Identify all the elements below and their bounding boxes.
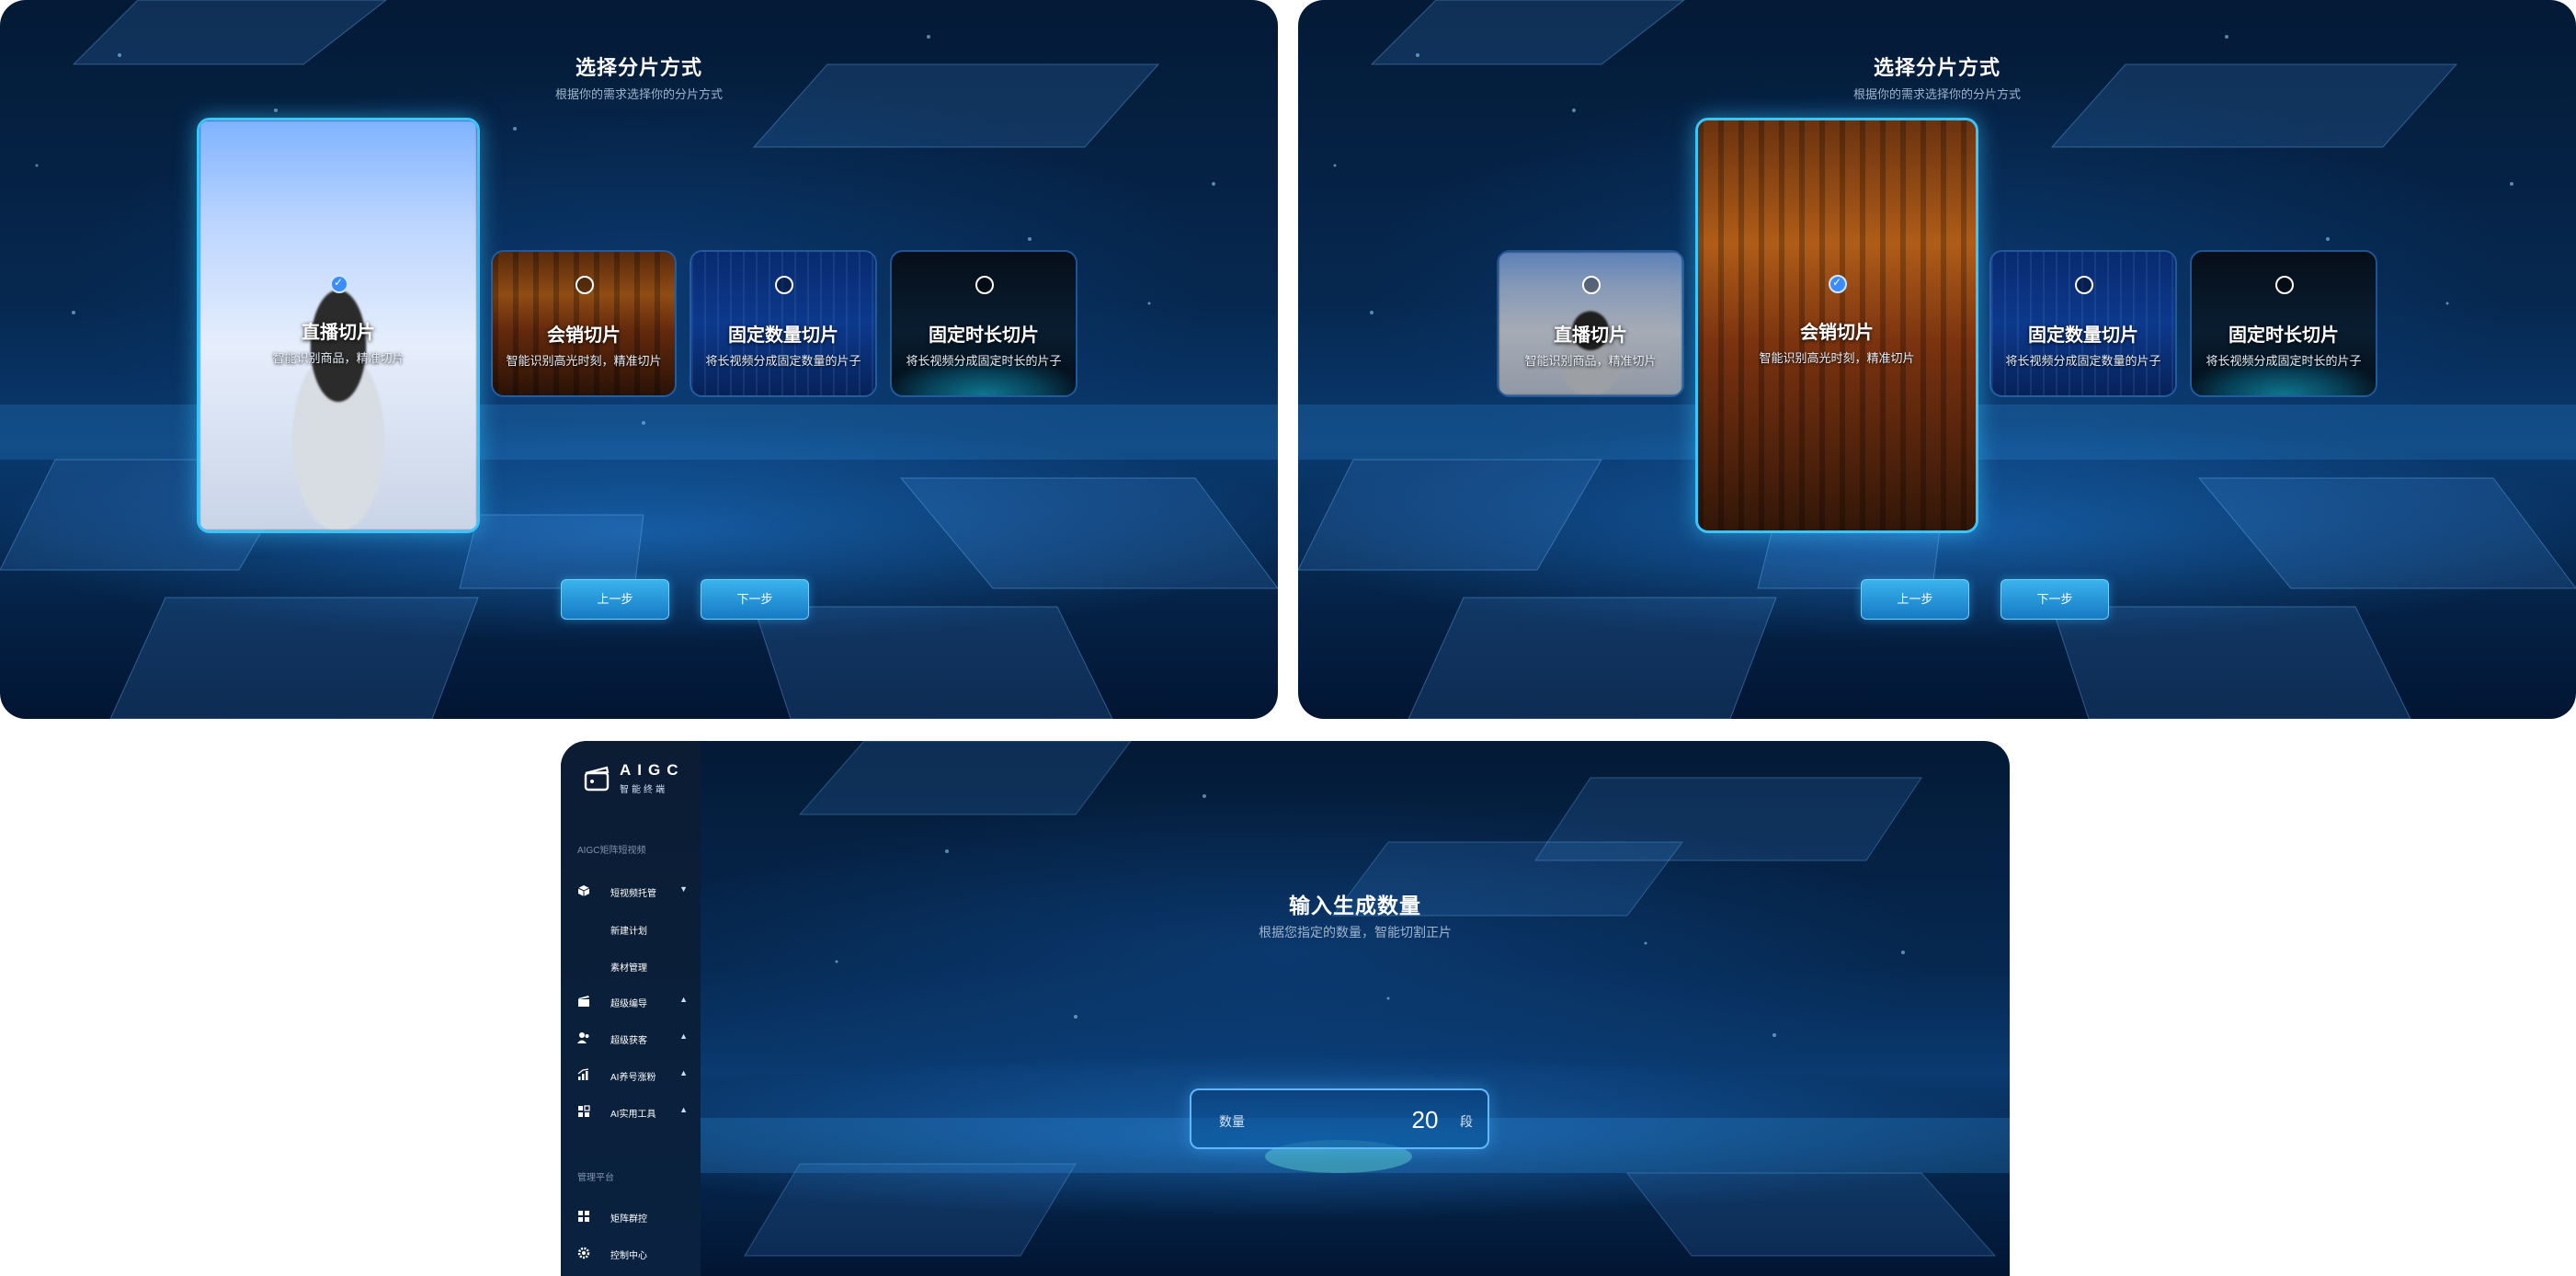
radio-icon[interactable] [2075,276,2093,294]
sidebar-item-super-director[interactable]: 超级编导 ▲ [561,989,701,1015]
apps-icon [578,1105,590,1117]
caret-up-icon: ▲ [679,1031,688,1041]
quantity-input[interactable] [1396,1105,1454,1134]
sidebar-item-label: 短视频托管 [610,889,656,899]
sidebar-item-matrix-control[interactable]: 矩阵群控 [561,1204,701,1230]
option-desc: 将长视频分成固定数量的片子 [2005,354,2161,368]
quantity-label: 数量 [1219,1114,1245,1129]
radio-icon[interactable] [1582,276,1601,294]
option-title: 会销切片 [1800,323,1874,343]
screen-select-meeting: 选择分片方式 根据你的需求选择你的分片方式 直播切片 智能识别商品，精准切片 会… [1298,0,2576,719]
sidebar-item-label: 超级编导 [610,999,647,1009]
sidebar-item-control-center[interactable]: 控制中心 [561,1241,701,1267]
cube-icon [577,885,590,896]
next-button[interactable]: 下一步 [701,579,809,620]
logo-title: AIGC [620,761,685,779]
option-card-live[interactable]: 直播切片 智能识别商品，精准切片 [1497,250,1684,397]
option-card-meeting[interactable]: 会销切片 智能识别高光时刻，精准切片 [491,250,677,397]
tech-background-decoration [561,741,2010,1257]
logo-subtitle: 智能终端 [620,785,667,795]
sidebar-item-label: AI实用工具 [610,1110,656,1120]
sidebar: AIGC 智能终端 AIGC矩阵短视频 短视频托管 ▼ 新建计划 素材管理 超级… [561,741,701,1276]
page-title: 选择分片方式 [575,56,702,79]
option-card-fixed-count[interactable]: 固定数量切片 将长视频分成固定数量的片子 [1989,250,2177,397]
screen-select-live: 选择分片方式 根据你的需求选择你的分片方式 直播切片 智能识别商品，精准切片 会… [0,0,1278,719]
prev-button[interactable]: 上一步 [1861,579,1969,620]
sidebar-item-video-hosting[interactable]: 短视频托管 ▼ [561,879,701,905]
option-title: 直播切片 [302,323,375,343]
sidebar-item-super-acquire[interactable]: 超级获客 ▲ [561,1026,701,1052]
caret-up-icon: ▲ [679,1105,688,1114]
page-subtitle: 根据你的需求选择你的分片方式 [554,87,723,101]
sidebar-item-label: 矩阵群控 [610,1214,647,1225]
sidebar-item-ai-tools[interactable]: AI实用工具 ▲ [561,1099,701,1125]
caret-down-icon: ▼ [679,884,688,894]
page-subtitle: 根据您指定的数量，智能切割正片 [1259,925,1452,940]
chart-icon [577,1068,589,1080]
clapperboard-icon [578,996,589,1007]
caret-up-icon: ▲ [679,1068,688,1077]
grid-icon [578,1211,589,1222]
radio-checked-icon[interactable] [330,275,348,293]
option-card-meeting[interactable]: 会销切片 智能识别高光时刻，精准切片 [1695,118,1978,533]
option-title: 直播切片 [1554,325,1627,346]
option-card-fixed-duration[interactable]: 固定时长切片 将长视频分成固定时长的片子 [890,250,1077,397]
option-desc: 将长视频分成固定时长的片子 [2206,354,2362,368]
page-subtitle: 根据你的需求选择你的分片方式 [1852,87,2021,101]
option-desc: 智能识别高光时刻，精准切片 [1759,351,1915,365]
sidebar-item-ai-growth[interactable]: AI养号涨粉 ▲ [561,1063,701,1088]
sidebar-item-label: AI养号涨粉 [610,1073,656,1083]
section-label-aigc: AIGC矩阵短视频 [577,846,646,856]
option-title: 会销切片 [547,325,621,346]
radio-icon[interactable] [775,276,793,294]
sidebar-subitem-new-plan[interactable]: 新建计划 [610,923,647,937]
option-desc: 智能识别商品，精准切片 [1524,354,1657,368]
radio-icon[interactable] [975,276,994,294]
quantity-unit: 段 [1460,1114,1473,1129]
option-card-fixed-duration[interactable]: 固定时长切片 将长视频分成固定时长的片子 [2190,250,2377,397]
option-card-fixed-count[interactable]: 固定数量切片 将长视频分成固定数量的片子 [690,250,877,397]
radio-icon[interactable] [576,276,594,294]
caret-up-icon: ▲ [679,995,688,1004]
option-desc: 智能识别高光时刻，精准切片 [506,354,662,368]
page-title: 输入生成数量 [1289,894,1421,917]
clapperboard-logo-icon [584,766,610,792]
option-title: 固定时长切片 [929,325,1039,346]
prev-button[interactable]: 上一步 [561,579,669,620]
option-title: 固定数量切片 [728,325,838,346]
option-title: 固定数量切片 [2028,325,2138,346]
radio-icon[interactable] [2275,276,2294,294]
option-desc: 将长视频分成固定数量的片子 [705,354,861,368]
option-card-live[interactable]: 直播切片 智能识别商品，精准切片 [197,118,480,533]
section-label-management: 管理平台 [577,1173,614,1183]
next-button[interactable]: 下一步 [2000,579,2109,620]
screen-input-count: AIGC 智能终端 AIGC矩阵短视频 短视频托管 ▼ 新建计划 素材管理 超级… [561,741,2010,1276]
radio-checked-icon[interactable] [1829,275,1847,293]
users-icon [577,1032,589,1043]
option-desc: 智能识别商品，精准切片 [272,351,405,365]
option-title: 固定时长切片 [2228,325,2339,346]
sidebar-subitem-materials[interactable]: 素材管理 [610,960,647,974]
option-desc: 将长视频分成固定时长的片子 [906,354,1062,368]
quantity-field[interactable]: 数量 段 [1190,1088,1489,1149]
sidebar-item-label: 超级获客 [610,1036,647,1046]
sidebar-item-label: 控制中心 [610,1251,647,1261]
gear-icon [577,1247,590,1259]
page-title: 选择分片方式 [1873,56,2000,79]
